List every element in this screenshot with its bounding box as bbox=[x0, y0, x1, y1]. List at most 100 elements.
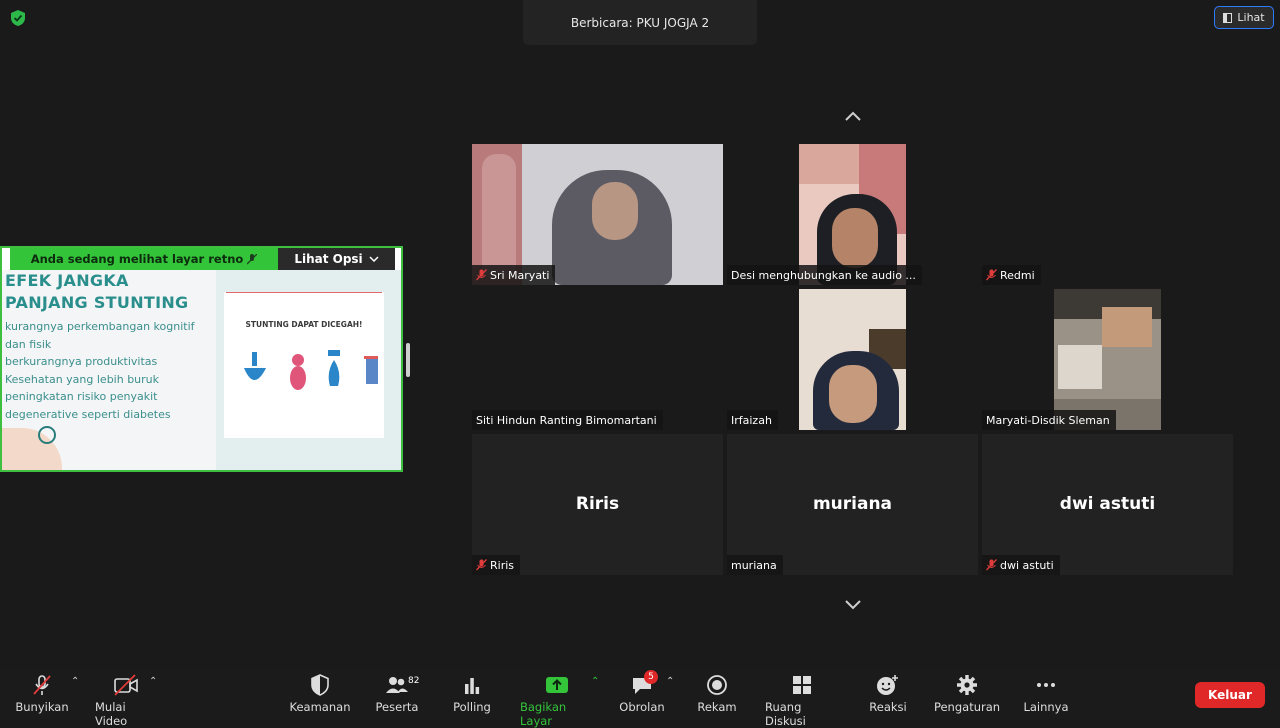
share-screen-icon bbox=[546, 677, 568, 693]
slide-title-line2: PANJANG STUNTING bbox=[5, 293, 189, 312]
participant-tile[interactable]: Redmi bbox=[982, 144, 1233, 285]
participant-tile[interactable]: muriana muriana bbox=[727, 434, 978, 575]
participant-name-tag: Maryati-Disdik Sleman bbox=[982, 410, 1116, 430]
record-label: Rekam bbox=[697, 700, 737, 714]
more-button[interactable]: Lainnya bbox=[1023, 674, 1069, 714]
leave-label: Keluar bbox=[1208, 688, 1252, 702]
breakout-rooms-label: Ruang Diskusi bbox=[765, 700, 806, 728]
record-button[interactable]: Rekam bbox=[697, 674, 737, 714]
more-label: Lainnya bbox=[1023, 700, 1069, 714]
participant-video bbox=[1054, 289, 1161, 430]
slide-card-title: STUNTING DAPAT DICEGAH! bbox=[245, 320, 363, 329]
participant-display-name: dwi astuti bbox=[1059, 494, 1156, 514]
polling-button[interactable]: Polling bbox=[453, 674, 491, 714]
participant-tile[interactable]: Sri Maryati bbox=[472, 144, 723, 285]
participant-tile[interactable]: Irfaizah bbox=[727, 289, 978, 430]
view-options-label: Lihat Opsi bbox=[294, 252, 363, 266]
settings-button[interactable]: Pengaturan bbox=[933, 674, 1001, 714]
gallery-prev-page-icon[interactable] bbox=[842, 109, 864, 123]
share-notice-bar: Anda sedang melihat layar retno bbox=[10, 248, 278, 270]
share-screen-label: Bagikan Layar bbox=[520, 700, 567, 728]
slide-bullet: dan fisik bbox=[5, 337, 52, 351]
screen-share-panel[interactable]: EFEK JANGKA PANJANG STUNTING kurangnya p… bbox=[0, 246, 403, 472]
polling-label: Polling bbox=[453, 700, 491, 714]
leave-button[interactable]: Keluar bbox=[1195, 682, 1265, 708]
participant-name: Siti Hindun Ranting Bimomartani bbox=[476, 413, 657, 427]
slide-title-line1: EFEK JANGKA bbox=[5, 271, 129, 290]
unmute-label: Bunyikan bbox=[15, 700, 69, 714]
participant-name-tag: Riris bbox=[472, 555, 521, 575]
gallery-next-page-icon[interactable] bbox=[842, 598, 864, 612]
reactions-button[interactable]: Reaksi bbox=[869, 674, 907, 714]
view-button[interactable]: Lihat bbox=[1214, 6, 1274, 29]
active-speaker-banner: Berbicara: PKU JOGJA 2 bbox=[523, 0, 757, 45]
mic-off-icon bbox=[986, 559, 997, 571]
video-options-caret[interactable]: ⌃ bbox=[149, 676, 157, 687]
participant-display-name: Riris bbox=[575, 494, 620, 514]
slide-bullet: kurangnya perkembangan kognitif bbox=[5, 320, 195, 333]
smiley-plus-icon bbox=[877, 675, 898, 695]
participant-name-tag: Sri Maryati bbox=[472, 265, 556, 285]
chat-label: Obrolan bbox=[619, 700, 665, 714]
panel-resize-handle[interactable] bbox=[406, 343, 410, 377]
slide-bullet: peningkatan risiko penyakit bbox=[5, 390, 158, 403]
slide-decoration-ring bbox=[38, 426, 56, 444]
shield-icon bbox=[311, 674, 329, 696]
participants-count: 82 bbox=[408, 676, 420, 686]
view-options-button[interactable]: Lihat Opsi bbox=[278, 248, 395, 270]
slide-bullet: degenerative seperti diabetes bbox=[5, 407, 171, 421]
settings-label: Pengaturan bbox=[933, 700, 1001, 714]
chat-unread-badge: 5 bbox=[644, 670, 658, 684]
participant-tile[interactable]: dwi astuti dwi astuti bbox=[982, 434, 1233, 575]
security-button[interactable]: Keamanan bbox=[289, 674, 351, 714]
participant-video bbox=[799, 144, 906, 285]
more-icon bbox=[1037, 683, 1055, 687]
encryption-shield-icon[interactable] bbox=[8, 8, 28, 28]
participant-name: Maryati-Disdik Sleman bbox=[986, 413, 1110, 427]
chevron-down-icon bbox=[369, 256, 379, 262]
breakout-rooms-button[interactable]: Ruang Diskusi bbox=[765, 674, 839, 728]
participants-label: Peserta bbox=[375, 700, 419, 714]
unmute-button[interactable]: Bunyikan bbox=[15, 674, 69, 714]
participant-tile[interactable]: Siti Hindun Ranting Bimomartani bbox=[472, 289, 723, 430]
participant-name: muriana bbox=[731, 558, 777, 572]
active-speaker-text: Berbicara: PKU JOGJA 2 bbox=[570, 15, 710, 30]
participant-video bbox=[472, 144, 723, 285]
view-button-label: Lihat bbox=[1237, 11, 1265, 24]
chat-button[interactable]: Obrolan bbox=[619, 674, 665, 714]
participant-video bbox=[799, 289, 906, 430]
mic-off-icon bbox=[476, 269, 487, 281]
gear-icon bbox=[957, 675, 977, 695]
start-video-button[interactable]: Mulai Video bbox=[95, 674, 157, 728]
slide-card-divider bbox=[226, 292, 382, 293]
share-options-caret[interactable]: ⌃ bbox=[591, 676, 599, 687]
participant-tile[interactable]: Riris Riris bbox=[472, 434, 723, 575]
mic-off-icon bbox=[247, 253, 258, 264]
mic-off-icon bbox=[986, 269, 997, 281]
participant-name-tag: Redmi bbox=[982, 265, 1041, 285]
audio-options-caret[interactable]: ⌃ bbox=[71, 676, 79, 687]
reactions-label: Reaksi bbox=[869, 700, 907, 714]
participant-name-tag: Irfaizah bbox=[727, 410, 778, 430]
slide-title: EFEK JANGKA PANJANG STUNTING bbox=[5, 270, 215, 314]
prevention-icons bbox=[244, 350, 378, 390]
security-label: Keamanan bbox=[289, 700, 351, 714]
participant-display-name: muriana bbox=[812, 494, 893, 514]
share-screen-button[interactable]: Bagikan Layar bbox=[520, 674, 594, 728]
participant-name-tag: Siti Hindun Ranting Bimomartani bbox=[472, 410, 663, 430]
breakout-rooms-icon bbox=[793, 676, 811, 694]
participant-name: Riris bbox=[490, 558, 515, 572]
participants-icon bbox=[386, 677, 408, 693]
share-notice-text: Anda sedang melihat layar bbox=[30, 252, 205, 266]
participant-name: Redmi bbox=[1000, 268, 1035, 282]
participant-tile[interactable]: Desi menghubungkan ke audio ... bbox=[727, 144, 978, 285]
record-icon bbox=[707, 675, 727, 695]
share-sharer-name: retno bbox=[208, 252, 244, 266]
participant-tile[interactable]: Maryati-Disdik Sleman bbox=[982, 289, 1233, 430]
participant-name-tag: Desi menghubungkan ke audio ... bbox=[727, 265, 922, 285]
slide-bullet: Kesehatan yang lebih buruk bbox=[5, 372, 160, 386]
slide-bullet: berkurangnya produktivitas bbox=[5, 355, 158, 368]
mic-off-icon bbox=[476, 559, 487, 571]
chat-options-caret[interactable]: ⌃ bbox=[666, 676, 674, 687]
participant-name: Sri Maryati bbox=[490, 268, 550, 282]
